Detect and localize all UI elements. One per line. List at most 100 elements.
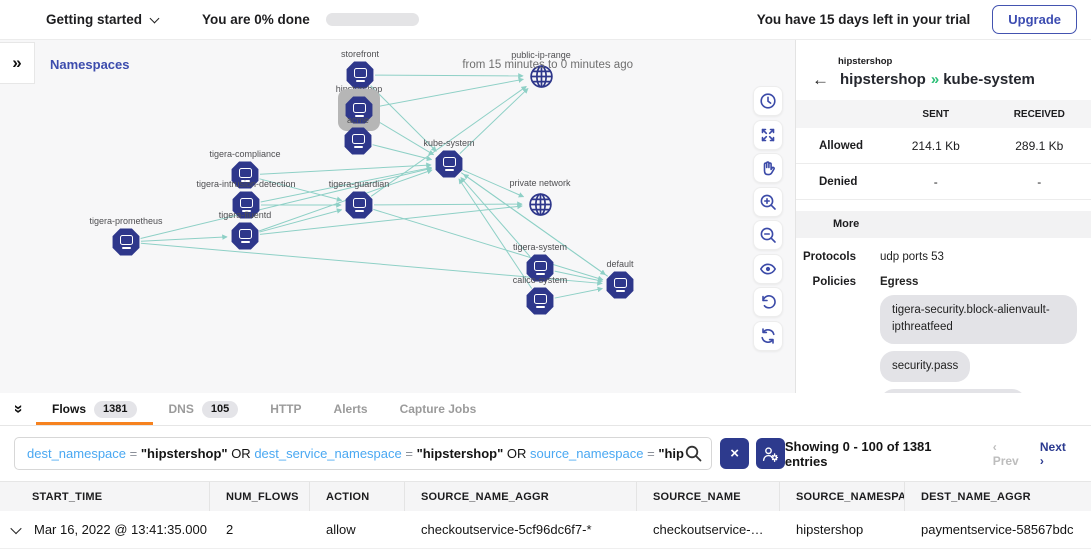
graph-node-label: acme: [298, 114, 418, 127]
column-header-source_name_aggr[interactable]: SOURCE_NAME_AGGR: [405, 482, 637, 511]
received-value: 289.1 Kb: [988, 139, 1091, 153]
back-button[interactable]: ←: [812, 71, 829, 88]
tab-count-badge: 1381: [94, 401, 136, 418]
query-token-val: "hipstershop": [413, 446, 503, 461]
undo-button[interactable]: [753, 287, 783, 317]
query-token-val: "hipstershop: [655, 446, 684, 461]
column-header-source_namespace[interactable]: SOURCE_NAMESPACE: [780, 482, 905, 511]
graph-node-kube-system[interactable]: kube-system: [389, 137, 509, 178]
column-header-action[interactable]: ACTION: [310, 482, 405, 511]
breadcrumb: hipstershop: [838, 56, 1091, 67]
fit-screen-button[interactable]: [753, 120, 783, 150]
table-cell: Mar 16, 2022 @ 13:41:35.000: [0, 511, 210, 548]
stats-header-row: SENT RECEIVED: [796, 100, 1091, 128]
policies-row: Policies Egress: [796, 276, 1091, 288]
graph-node-calico-system[interactable]: calico-system: [480, 274, 600, 315]
tab-label: Capture Jobs: [400, 402, 477, 416]
getting-started-menu[interactable]: Getting started: [46, 12, 158, 27]
filter-bar: dest_namespace = "hipstershop" OR dest_s…: [0, 426, 1091, 481]
zoom-in-icon: [758, 192, 778, 212]
panel-title: hipstershop»kube-system: [840, 71, 1035, 88]
table-cell: hipstershop: [780, 511, 905, 548]
graph-node-tigera-fluentd[interactable]: tigera-fluentd: [185, 209, 305, 250]
zoom-out-button[interactable]: [753, 220, 783, 250]
namespace-node-icon: [435, 150, 463, 178]
policy-tag[interactable]: tigera-security.block-alienvault-ipthrea…: [880, 295, 1077, 344]
graph-title: Namespaces: [50, 57, 130, 72]
graph-toolbar: [753, 86, 783, 351]
graph-node-label: private network: [480, 177, 600, 190]
table-body: Mar 16, 2022 @ 13:41:35.0002allowcheckou…: [0, 511, 1091, 549]
tab-dns[interactable]: DNS 105: [153, 393, 255, 425]
tabs: Flows 1381 DNS 105 HTTP Alerts Capture Jobs: [36, 393, 492, 425]
progress-bar: [326, 13, 419, 26]
collapse-panel-icon[interactable]: »: [9, 391, 27, 427]
tab-http[interactable]: HTTP: [254, 393, 317, 425]
policy-tag[interactable]: security.pass: [880, 351, 970, 382]
query-token-field: dest_namespace: [27, 446, 126, 461]
namespace-node-icon: [526, 287, 554, 315]
visibility-button[interactable]: [753, 254, 783, 284]
table-cell: allow: [310, 511, 405, 548]
search-icon[interactable]: [684, 444, 703, 463]
zoom-in-button[interactable]: [753, 187, 783, 217]
time-icon: [758, 91, 778, 111]
namespace-node-icon: [231, 222, 259, 250]
query-token-op: =: [126, 446, 137, 461]
graph-node-private-network[interactable]: private network: [480, 177, 600, 219]
table-cell: paymentservice-58567bdc: [905, 511, 1091, 548]
graph-node-label: tigera-system: [480, 241, 600, 254]
refresh-icon: [758, 326, 778, 346]
tab-capture-jobs[interactable]: Capture Jobs: [384, 393, 493, 425]
graph-node-tigera-guardian[interactable]: tigera-guardian: [299, 178, 419, 219]
pan-hand-button[interactable]: [753, 153, 783, 183]
graph-node-label: storefront: [300, 48, 420, 61]
tab-label: Flows: [52, 402, 86, 416]
next-page-button[interactable]: Next ›: [1040, 440, 1073, 468]
column-header-start_time[interactable]: START_TIME: [0, 482, 210, 511]
graph-node-label: tigera-prometheus: [66, 215, 186, 228]
tab-label: Alerts: [334, 402, 368, 416]
pan-hand-icon: [758, 158, 778, 178]
graph-node-label: tigera-guardian: [299, 178, 419, 191]
stats-row-label: Denied: [796, 176, 884, 188]
tab-flows[interactable]: Flows 1381: [36, 393, 153, 425]
refresh-button[interactable]: [753, 321, 783, 351]
time-button[interactable]: [753, 86, 783, 116]
policy-tag[interactable]: platform.allow-kube-dns: [880, 389, 1026, 393]
policies-direction: Egress: [880, 276, 918, 288]
column-header-num_flows[interactable]: NUM_FLOWS: [210, 482, 310, 511]
table-row[interactable]: Mar 16, 2022 @ 13:41:35.0002allowcheckou…: [0, 511, 1091, 549]
row-expand-chevron-icon[interactable]: [10, 522, 21, 533]
namespace-node-icon: [112, 228, 140, 256]
stats-row-denied: Denied--: [796, 164, 1091, 200]
column-header-dest_name_aggr[interactable]: DEST_NAME_AGGR: [905, 482, 1091, 511]
query-input[interactable]: dest_namespace = "hipstershop" OR dest_s…: [14, 437, 712, 470]
graph-node-label: default: [560, 258, 680, 271]
policies-label: Policies: [796, 276, 856, 288]
more-section-header[interactable]: More: [796, 211, 1091, 238]
query-token-field: dest_service_namespace: [251, 446, 402, 461]
tab-label: HTTP: [270, 402, 301, 416]
table-cell: checkoutservice-5cf96dc6f7-*: [405, 511, 637, 548]
protocols-label: Protocols: [796, 251, 856, 263]
protocols-value: udp ports 53: [880, 251, 944, 263]
edge-details-panel: hipstershop ← hipstershop»kube-system SE…: [795, 40, 1091, 393]
entries-summary: Showing 0 - 100 of 1381 entries: [785, 439, 977, 469]
stats-row-allowed: Allowed214.1 Kb289.1 Kb: [796, 128, 1091, 164]
expand-sidebar-button[interactable]: »: [0, 42, 35, 84]
clear-query-button[interactable]: ×: [720, 438, 749, 469]
user-settings-button[interactable]: [756, 438, 785, 469]
sent-value: -: [884, 175, 988, 189]
tab-label: DNS: [169, 402, 194, 416]
tab-count-badge: 105: [202, 401, 238, 418]
column-header-source_name[interactable]: SOURCE_NAME: [637, 482, 780, 511]
upgrade-button[interactable]: Upgrade: [992, 5, 1077, 34]
network-globe-icon: [526, 191, 554, 219]
flow-direction-icon: »: [931, 71, 938, 88]
prev-page-button[interactable]: ‹ Prev: [993, 440, 1026, 468]
top-bar: Getting started You are 0% done You have…: [0, 0, 1091, 40]
graph-node-label: tigera-fluentd: [185, 209, 305, 222]
tab-alerts[interactable]: Alerts: [318, 393, 384, 425]
graph-node-tigera-prometheus[interactable]: tigera-prometheus: [66, 215, 186, 256]
